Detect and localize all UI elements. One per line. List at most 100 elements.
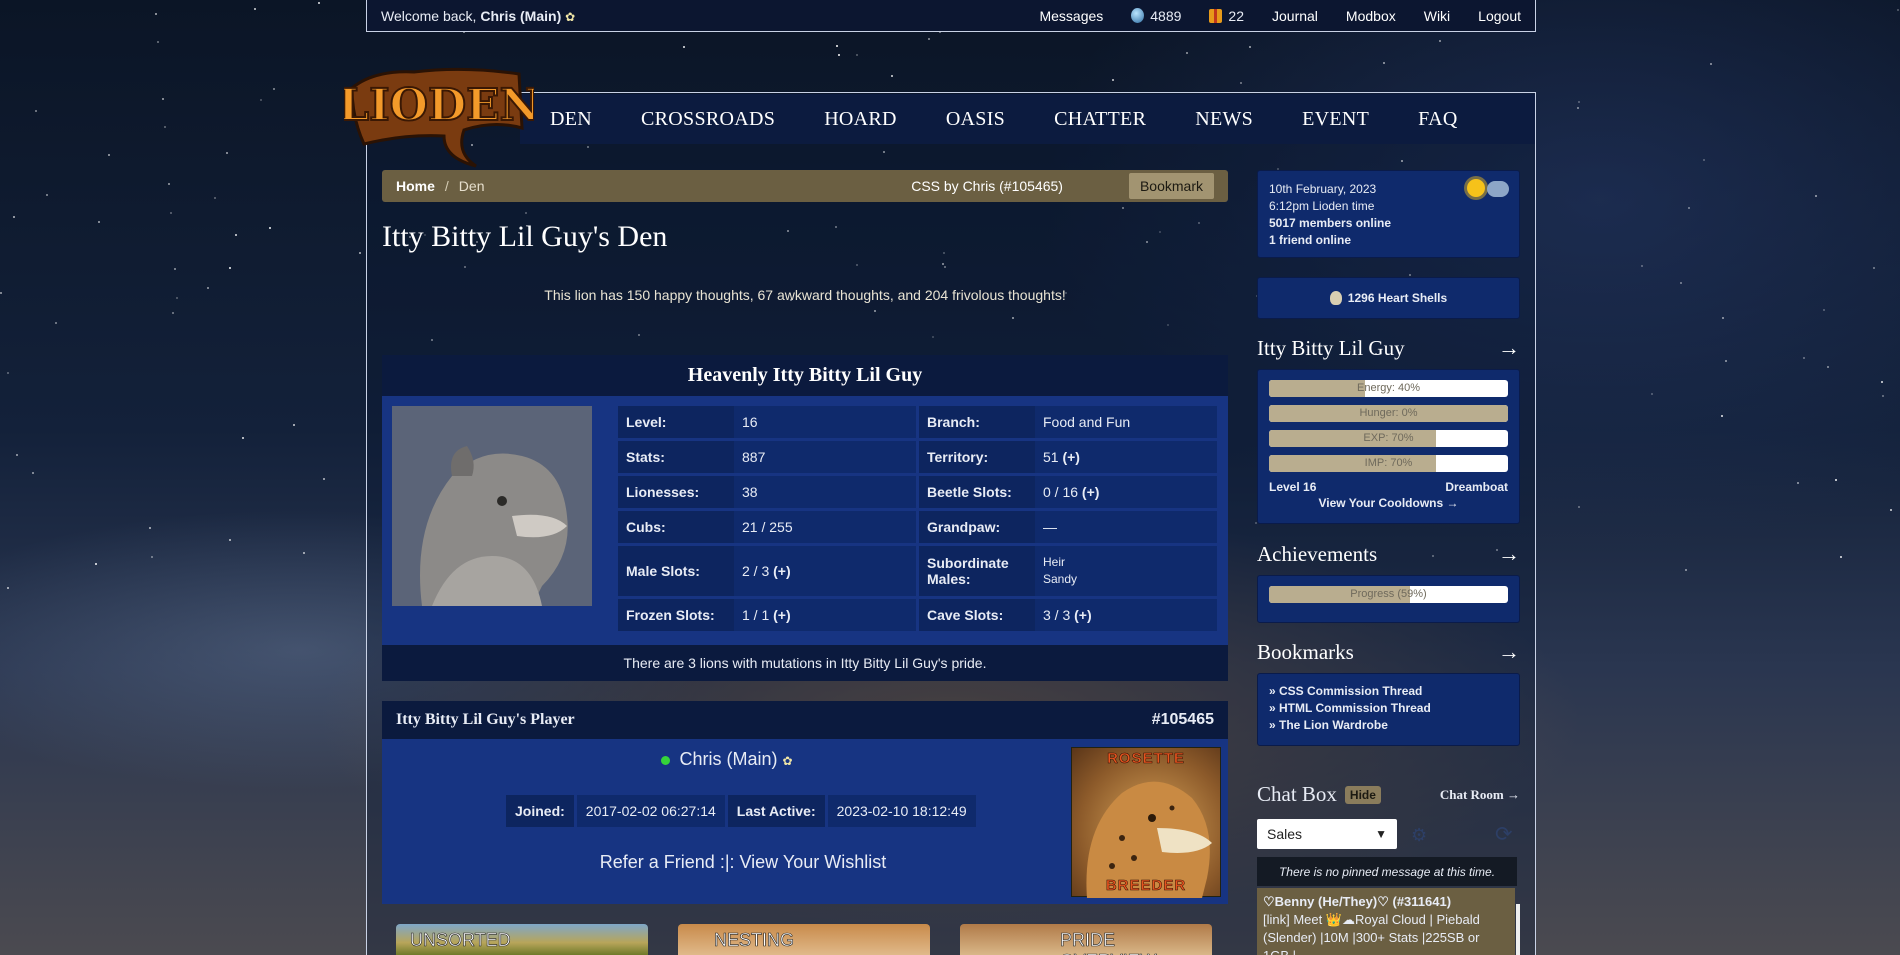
stat-male-slots: Male Slots: 2 / 3 (+) — [618, 546, 916, 596]
player-name[interactable]: Chris (Main) ✿ — [382, 749, 1072, 770]
star — [207, 286, 210, 289]
achievements-box: Progress (59%) — [1257, 575, 1520, 623]
arrow-right-icon[interactable]: → — [1498, 639, 1520, 665]
star — [1827, 365, 1830, 368]
star — [317, 1, 320, 4]
star — [1687, 206, 1690, 209]
nav-crossroads[interactable]: CROSSROADS — [641, 108, 775, 131]
nav-news[interactable]: NEWS — [1195, 108, 1253, 131]
lion-portrait-image[interactable] — [392, 406, 592, 606]
gift-currency[interactable]: 22 — [1209, 8, 1244, 24]
chat-message-author[interactable]: ♡Benny (He/They)♡ (#311641) — [1263, 894, 1451, 909]
flower-icon: ✿ — [782, 754, 793, 768]
last-active-date: 2023-02-10 18:12:49 — [827, 795, 976, 827]
chat-hide-button[interactable]: Hide — [1344, 785, 1381, 804]
star — [1679, 282, 1682, 285]
stat-cave-slots: Cave Slots: 3 / 3 (+) — [919, 599, 1217, 631]
gear-icon[interactable]: ⚙ — [1411, 825, 1427, 846]
lioden-logo[interactable]: LIODEN — [344, 58, 534, 170]
arrow-right-icon[interactable]: → — [1498, 541, 1520, 567]
tile-unsorted[interactable]: UNSORTED — [396, 924, 648, 955]
star — [229, 266, 232, 269]
chat-scrollbar[interactable] — [1516, 904, 1520, 955]
star — [293, 424, 296, 427]
star — [1710, 62, 1713, 65]
breadcrumb-home[interactable]: Home — [396, 178, 435, 194]
nav-chatter[interactable]: CHATTER — [1054, 108, 1146, 131]
achievements-heading[interactable]: Achievements → — [1257, 541, 1520, 567]
star — [1702, 158, 1705, 161]
star — [268, 226, 271, 229]
male-slots-plus-link[interactable]: (+) — [773, 563, 791, 579]
bookmark-button[interactable]: Bookmark — [1128, 173, 1214, 199]
lion-status-box: Energy: 40% Hunger: 0% EXP: 70% IMP: 70%… — [1257, 369, 1520, 524]
stat-stats: Stats: 887 — [618, 441, 916, 473]
subordinate-sandy[interactable]: Sandy — [1043, 572, 1077, 586]
cooldowns-link[interactable]: View Your Cooldowns → — [1269, 496, 1508, 510]
refresh-icon[interactable]: ⟳ — [1495, 822, 1513, 847]
level-text: Level 16 — [1269, 480, 1317, 494]
star — [1797, 481, 1800, 484]
beetle-currency[interactable]: 4889 — [1131, 8, 1181, 24]
svg-text:LIODEN: LIODEN — [344, 80, 534, 131]
stat-grandpaw: Grandpaw: — — [919, 511, 1217, 543]
star — [214, 196, 217, 199]
chat-room-link[interactable]: Chat Room → — [1440, 787, 1520, 803]
subordinate-heir[interactable]: Heir — [1043, 555, 1065, 569]
refer-wishlist-links[interactable]: Refer a Friend :|: View Your Wishlist — [382, 852, 1104, 873]
star — [7, 587, 10, 590]
css-credit-link[interactable]: CSS by Chris (#105465) — [911, 178, 1063, 194]
star — [7, 371, 10, 374]
heart-shells-box[interactable]: 1296 Heart Shells — [1257, 277, 1520, 319]
territory-plus-link[interactable]: (+) — [1062, 449, 1080, 465]
nav-event[interactable]: EVENT — [1302, 108, 1369, 131]
journal-link[interactable]: Journal — [1272, 8, 1318, 24]
cave-slots-plus-link[interactable]: (+) — [1074, 607, 1092, 623]
star — [228, 539, 231, 542]
stat-territory: Territory: 51 (+) — [919, 441, 1217, 473]
player-panel: Chris (Main) ✿ Joined: 2017-02-02 06:27:… — [382, 739, 1228, 904]
beetle-slots-plus-link[interactable]: (+) — [1082, 484, 1100, 500]
star — [0, 292, 3, 295]
lion-panel: Level: 16 Branch: Food and Fun Stats: 887 T… — [382, 396, 1228, 645]
friends-online[interactable]: 1 friend online — [1269, 232, 1508, 249]
star — [13, 215, 16, 218]
arrow-right-icon[interactable]: → — [1498, 335, 1520, 361]
bookmark-link[interactable]: » The Lion Wardrobe — [1269, 717, 1508, 734]
nav-hoard[interactable]: HOARD — [824, 108, 897, 131]
frozen-slots-plus-link[interactable]: (+) — [773, 607, 791, 623]
nav-faq[interactable]: FAQ — [1418, 108, 1457, 131]
player-dates: Joined: 2017-02-02 06:27:14 Last Active:… — [506, 795, 976, 827]
wiki-link[interactable]: Wiki — [1424, 8, 1450, 24]
mutations-notice: There are 3 lions with mutations in Itty… — [382, 645, 1228, 681]
lion-stats-grid: Level: 16 Branch: Food and Fun Stats: 887 T… — [618, 406, 1218, 634]
star — [1721, 316, 1724, 319]
tile-nesting[interactable]: NESTING — [678, 924, 930, 955]
sidebar-lion-heading[interactable]: Itty Bitty Lil Guy → — [1257, 335, 1520, 361]
star — [55, 322, 58, 325]
nav-den[interactable]: DEN — [550, 108, 592, 131]
star — [359, 251, 362, 254]
star — [226, 152, 229, 155]
modbox-link[interactable]: Modbox — [1346, 8, 1396, 24]
bookmark-link[interactable]: » HTML Commission Thread — [1269, 700, 1508, 717]
logout-link[interactable]: Logout — [1478, 8, 1521, 24]
nav-oasis[interactable]: OASIS — [946, 108, 1005, 131]
chat-channel-select[interactable]: Sales ▼ — [1257, 819, 1397, 849]
bookmark-link[interactable]: » CSS Commission Thread — [1269, 683, 1508, 700]
members-online[interactable]: 5017 members online — [1269, 215, 1508, 232]
star — [1249, 45, 1252, 48]
top-bar: Welcome back, Chris (Main) ✿ Messages 48… — [366, 0, 1536, 32]
star — [95, 563, 98, 566]
star — [34, 109, 37, 112]
star — [302, 552, 305, 555]
bookmarks-heading[interactable]: Bookmarks → — [1257, 639, 1520, 665]
welcome-username[interactable]: Chris (Main) — [480, 8, 561, 24]
rosette-breeder-badge[interactable]: ROSETTE BREEDER — [1071, 747, 1221, 898]
pinned-message: There is no pinned message at this time. — [1257, 857, 1517, 886]
star — [149, 527, 152, 530]
star — [855, 54, 858, 57]
messages-link[interactable]: Messages — [1039, 8, 1103, 24]
den-tiles: UNSORTED NESTING PRIDE OVERVIEW — [396, 924, 1212, 955]
tile-pride-overview[interactable]: PRIDE OVERVIEW — [960, 924, 1212, 955]
